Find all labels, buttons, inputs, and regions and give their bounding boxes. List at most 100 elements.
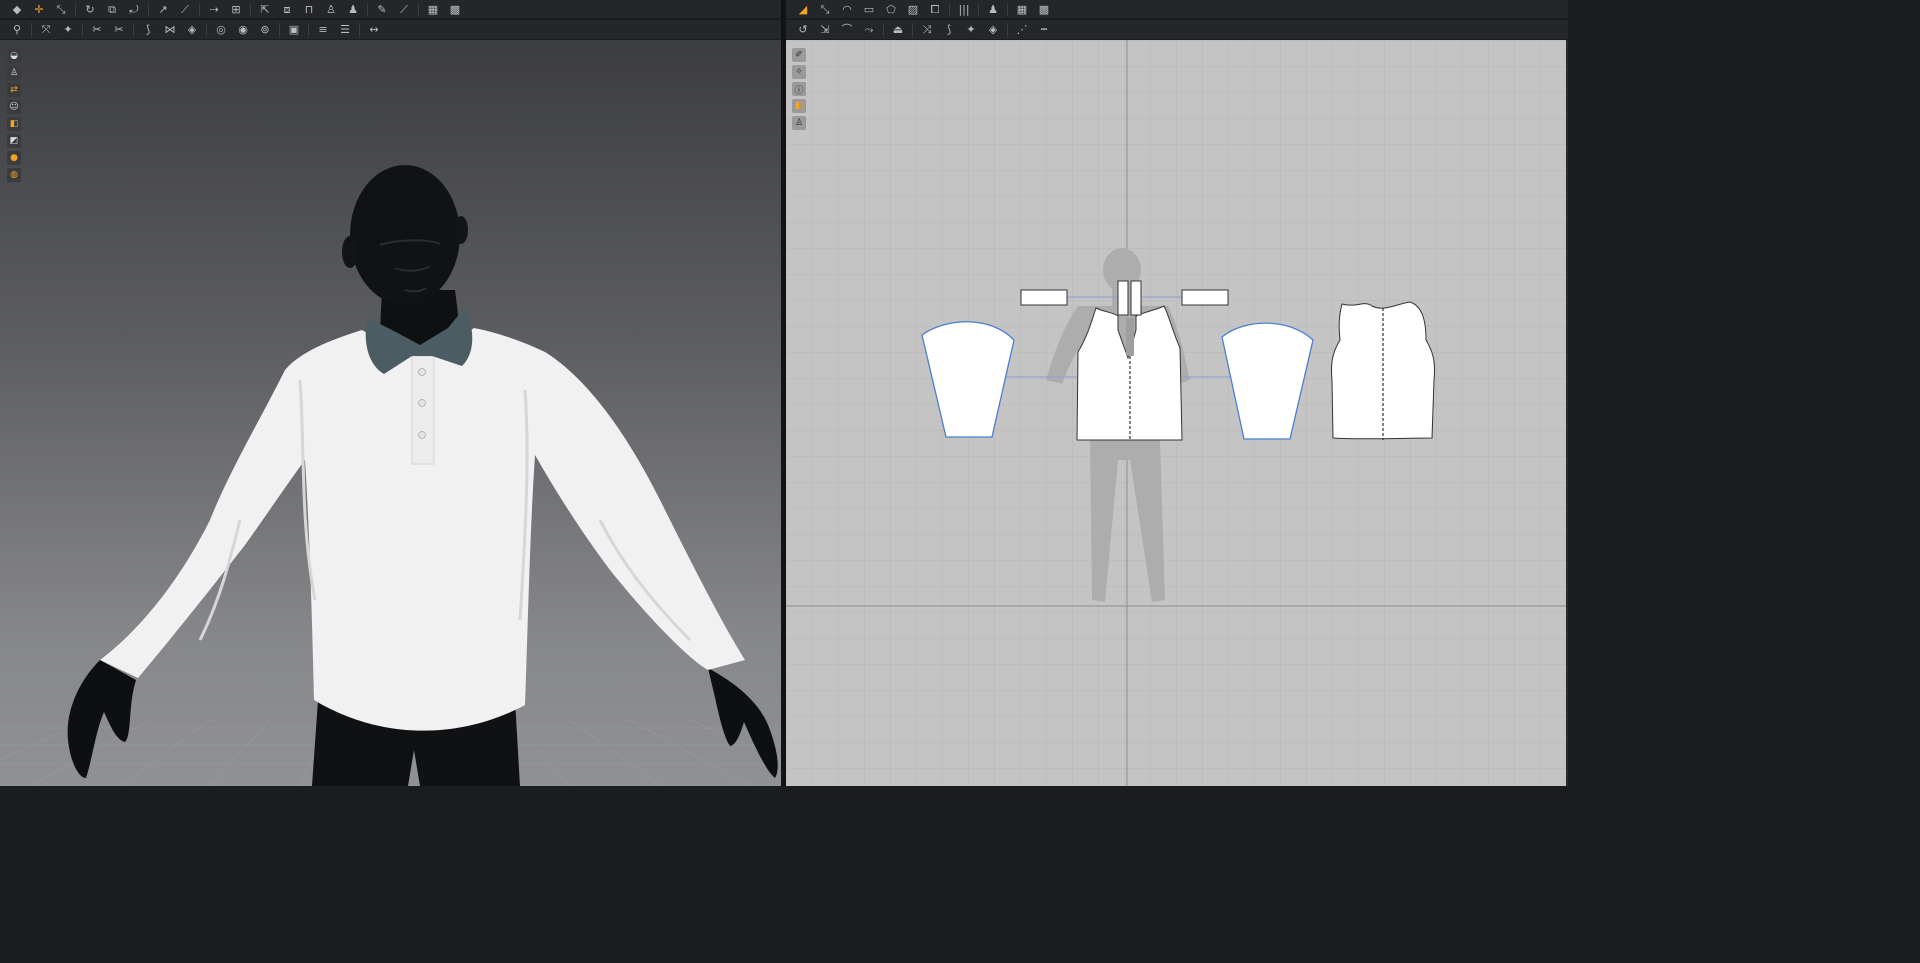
cut-icon[interactable]: ✂: [86, 21, 108, 38]
buttonhole-icon[interactable]: ⊚: [254, 21, 276, 38]
dots-line-icon[interactable]: ┅: [1033, 21, 1055, 38]
toolbar-separator: [250, 2, 251, 16]
pattern-placket-right: [1130, 280, 1142, 316]
side-toolbar-3d: ◒ ♙ ⇄ ☺ ◧ ◩ ● ◍: [7, 49, 21, 182]
avatar-pose-icon[interactable]: ⇱: [254, 1, 276, 18]
toolbar-separator: [1007, 2, 1008, 16]
toolbar-separator: [308, 23, 309, 36]
lock-shirt-icon[interactable]: ♙: [792, 116, 806, 130]
toolbar-separator: [75, 2, 76, 16]
ruler-move-icon[interactable]: ↔: [363, 21, 385, 38]
dash-line-icon[interactable]: ⋰: [1011, 21, 1033, 38]
toolbar-2d-row-2: ↺ ⇲ ⌒ ⤳ ⏏ ⤨ ⟆ ✦ ◈ ⋰ ┅: [786, 20, 1568, 39]
garment-front-icon[interactable]: ⧈: [276, 1, 298, 18]
rotate-icon[interactable]: ↻: [79, 1, 101, 18]
toolbar-separator: [359, 23, 360, 36]
stack-icon[interactable]: ☰: [334, 21, 356, 38]
pin-icon[interactable]: ✦: [57, 21, 79, 38]
toolbar-separator: [279, 23, 280, 36]
tack-icon[interactable]: ⤾: [123, 1, 145, 18]
toolbar-separator: [133, 23, 134, 36]
free-sew-icon[interactable]: ⤨: [916, 21, 938, 38]
offset-icon[interactable]: ⇲: [814, 21, 836, 38]
diamond-icon[interactable]: ◈: [181, 21, 203, 38]
toolbar-separator: [418, 2, 419, 16]
zipper-icon[interactable]: ⇢: [203, 1, 225, 18]
fold-icon[interactable]: ◩: [7, 134, 21, 148]
shirt-button-2: [418, 399, 426, 407]
toolbar-separator: [978, 2, 979, 16]
toolbar-separator: [367, 2, 368, 16]
pleats-icon[interactable]: |||: [953, 1, 975, 18]
toolbar-separator: [82, 23, 83, 36]
avatar-left-ear: [342, 236, 358, 268]
grid-alt-icon[interactable]: ▩: [444, 1, 466, 18]
fabric-roll-icon[interactable]: ▣: [283, 21, 305, 38]
2d-pattern-window: [786, 40, 1566, 786]
skin-icon[interactable]: ●: [7, 151, 21, 165]
arc-icon[interactable]: ⌒: [836, 21, 858, 38]
toolbar-separator: [31, 23, 32, 36]
pattern-sleeve-right: [1221, 322, 1314, 440]
sew-icon[interactable]: ⤳: [858, 21, 880, 38]
avatar-2d-icon[interactable]: ♟: [982, 1, 1004, 18]
transform-pattern-icon[interactable]: ◢: [792, 1, 814, 18]
image-icon[interactable]: ▨: [902, 1, 924, 18]
toolbar-separator: [949, 2, 950, 16]
seam-2d-icon[interactable]: ⟆: [938, 21, 960, 38]
walk-icon[interactable]: ⚲: [6, 21, 28, 38]
sphere-icon[interactable]: ◍: [7, 168, 21, 182]
viewport-2d[interactable]: [786, 40, 1568, 786]
fold-arrange-icon[interactable]: ⧉: [101, 1, 123, 18]
grid-alt-icon[interactable]: ▩: [1033, 1, 1055, 18]
add-point-icon[interactable]: ✛: [28, 1, 50, 18]
measure-icon[interactable]: ↗: [152, 1, 174, 18]
scissors-icon[interactable]: ✂: [108, 21, 130, 38]
rectangle-icon[interactable]: ▭: [858, 1, 880, 18]
magic-wand-icon[interactable]: ✧: [792, 65, 806, 79]
iron-icon[interactable]: ⏏: [887, 21, 909, 38]
layer-icon[interactable]: ≡: [312, 21, 334, 38]
pin-2d-icon[interactable]: ✦: [960, 21, 982, 38]
shirt-icon[interactable]: ♙: [7, 66, 21, 80]
shirt-button-1: [418, 368, 426, 376]
toolbar-separator: [912, 23, 913, 36]
polygon-icon[interactable]: ⬠: [880, 1, 902, 18]
line-measure-icon[interactable]: ⟋: [174, 1, 196, 18]
grid-icon[interactable]: ▦: [422, 1, 444, 18]
avatar-left-hand: [67, 660, 136, 778]
brush-icon[interactable]: ⟋: [393, 1, 415, 18]
fabric-select-icon[interactable]: ⤧: [35, 21, 57, 38]
garment-book-icon[interactable]: ⊓: [298, 1, 320, 18]
info-icon[interactable]: ⓘ: [792, 82, 806, 96]
avatar-user-icon[interactable]: ☺: [7, 100, 21, 114]
edit-pin-icon[interactable]: ⤡: [50, 1, 72, 18]
grid-icon[interactable]: ▦: [1011, 1, 1033, 18]
rotate-2d-icon[interactable]: ↺: [792, 21, 814, 38]
toolbar-3d-row-2: ⚲ ⤧ ✦ ✂ ✂ ⟆ ⋈ ◈ ◎ ◉ ⊚ ▣ ≡ ☰ ↔: [0, 20, 781, 39]
stitch-icon[interactable]: ⋈: [159, 21, 181, 38]
color-swatch-icon[interactable]: ◧: [792, 99, 806, 113]
pattern-cuff-right: [1181, 289, 1229, 306]
toolbar-separator: [199, 2, 200, 16]
toolbar-2d-row-1: ◢ ⤡ ◠ ▭ ⬠ ▨ ⧠ ||| ♟ ▦ ▩: [786, 0, 1568, 19]
texture-icon[interactable]: ◧: [7, 117, 21, 131]
select-move-icon[interactable]: ◆: [6, 1, 28, 18]
avatar-right-ear: [454, 216, 468, 244]
viewport-3d[interactable]: [0, 40, 781, 786]
curve-icon[interactable]: ◠: [836, 1, 858, 18]
avatar-icon[interactable]: ♟: [342, 1, 364, 18]
helmet-icon[interactable]: ◒: [7, 49, 21, 63]
seam-icon[interactable]: ⟆: [137, 21, 159, 38]
pattern-placket-left: [1117, 280, 1129, 316]
trace-icon[interactable]: ⧠: [924, 1, 946, 18]
diamond-icon[interactable]: ◈: [982, 21, 1004, 38]
target-icon[interactable]: ◎: [210, 21, 232, 38]
pen-icon[interactable]: ✐: [792, 48, 806, 62]
pencil-icon[interactable]: ✎: [371, 1, 393, 18]
button-round-icon[interactable]: ◉: [232, 21, 254, 38]
swap-icon[interactable]: ⇄: [7, 83, 21, 97]
tshirt-icon[interactable]: ♙: [320, 1, 342, 18]
edit-points-icon[interactable]: ⤡: [814, 1, 836, 18]
button-icon[interactable]: ⊞: [225, 1, 247, 18]
